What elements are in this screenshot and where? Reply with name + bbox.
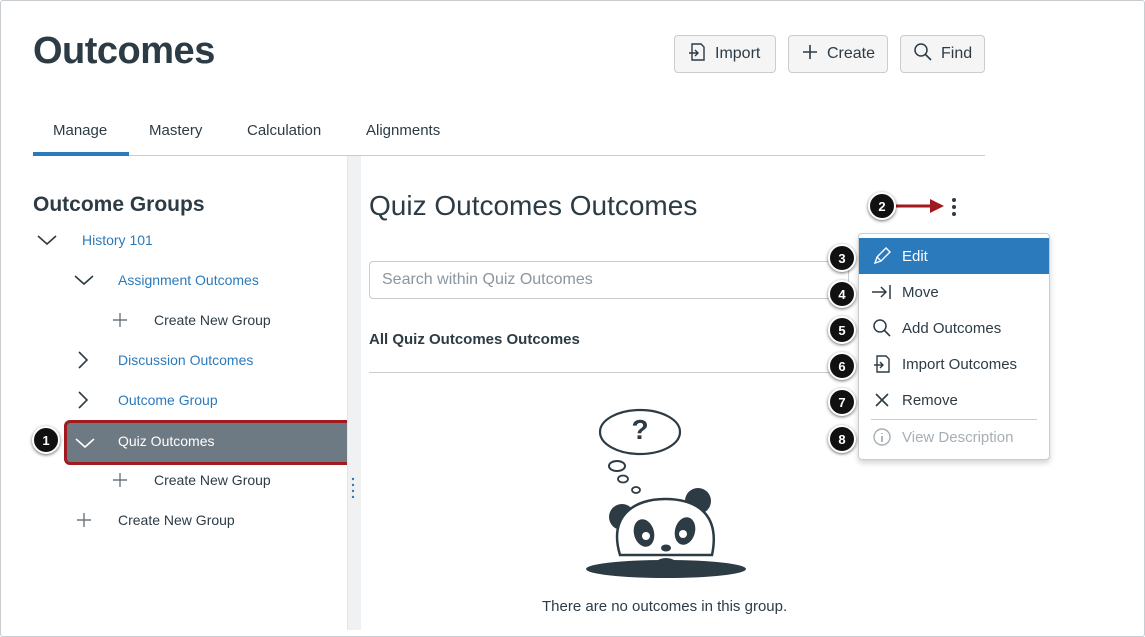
find-button[interactable]: Find: [900, 35, 985, 73]
callout-badge-4: 4: [828, 280, 856, 308]
tree-item-quiz-outcomes-selected[interactable]: Quiz Outcomes: [64, 420, 354, 465]
menu-item-label: Add Outcomes: [902, 319, 1002, 337]
menu-item-edit[interactable]: Edit: [859, 238, 1049, 274]
import-icon: [687, 42, 715, 67]
menu-item-view-description[interactable]: View Description: [859, 419, 1049, 455]
tree-item-create-new-group[interactable]: Create New Group: [76, 500, 235, 540]
outcomes-list-heading: All Quiz Outcomes Outcomes: [369, 331, 580, 348]
search-icon: [871, 318, 893, 338]
tree-item-discussion-outcomes[interactable]: Discussion Outcomes: [76, 340, 253, 380]
plus-icon: [801, 43, 827, 66]
tree-item-label[interactable]: History 101: [82, 232, 153, 248]
plus-icon[interactable]: [76, 512, 92, 528]
menu-item-label: Edit: [902, 247, 928, 265]
callout-badge-8: 8: [828, 425, 856, 453]
menu-item-move[interactable]: Move: [859, 274, 1049, 310]
tree-item-history-101[interactable]: History 101: [36, 220, 153, 260]
callout-badge-3: 3: [828, 244, 856, 272]
tab-manage[interactable]: Manage: [53, 122, 107, 139]
menu-item-label: Import Outcomes: [902, 355, 1018, 373]
resize-grip-icon[interactable]: [350, 476, 356, 499]
tab-mastery[interactable]: Mastery: [149, 122, 202, 139]
tree-item-label[interactable]: Outcome Group: [118, 392, 218, 408]
tree-item-label[interactable]: Assignment Outcomes: [118, 272, 259, 288]
menu-item-label: Move: [902, 283, 939, 301]
search-placeholder: Search within Quiz Outcomes: [382, 271, 593, 288]
chevron-down-icon[interactable]: [74, 436, 96, 455]
empty-state-text: There are no outcomes in this group.: [542, 598, 788, 615]
chevron-down-icon[interactable]: [73, 273, 97, 287]
chevron-right-icon[interactable]: [76, 350, 92, 370]
group-title: Quiz Outcomes Outcomes: [369, 190, 698, 221]
plus-icon[interactable]: [112, 312, 128, 328]
panda-illustration: [586, 408, 746, 578]
create-button[interactable]: Create: [788, 35, 888, 73]
callout-badge-2: 2: [868, 192, 896, 220]
info-icon: [871, 427, 893, 447]
page-title: Outcomes: [33, 30, 215, 72]
callout-badge-5: 5: [828, 316, 856, 344]
chevron-right-icon[interactable]: [76, 390, 92, 410]
tree-item-label[interactable]: Create New Group: [154, 312, 271, 328]
menu-item-import-outcomes[interactable]: Import Outcomes: [859, 346, 1049, 382]
move-arrow-icon: [871, 284, 893, 300]
callout-badge-6: 6: [828, 352, 856, 380]
callout-badge-1: 1: [32, 426, 60, 454]
tab-bar: Manage Mastery Calculation Alignments: [33, 110, 985, 156]
divider: [369, 372, 834, 373]
outcome-groups-title: Outcome Groups: [33, 193, 205, 216]
plus-icon[interactable]: [112, 472, 128, 488]
import-button-label: Import: [715, 45, 761, 62]
tab-calculation[interactable]: Calculation: [247, 122, 321, 139]
tree-item-create-new-group[interactable]: Create New Group: [112, 460, 271, 500]
question-mark: ?: [631, 414, 649, 445]
tree-item-assignment-outcomes[interactable]: Assignment Outcomes: [73, 260, 259, 300]
pencil-icon: [871, 246, 893, 266]
callout-badge-7: 7: [828, 388, 856, 416]
tree-item-label[interactable]: Quiz Outcomes: [118, 433, 214, 449]
menu-item-label: Remove: [902, 391, 958, 409]
kebab-menu-icon[interactable]: [946, 196, 962, 218]
find-button-label: Find: [941, 45, 973, 62]
tree-item-label[interactable]: Create New Group: [118, 512, 235, 528]
tree-item-outcome-group[interactable]: Outcome Group: [76, 380, 218, 420]
search-icon: [913, 42, 941, 67]
import-icon: [871, 354, 893, 374]
menu-item-add-outcomes[interactable]: Add Outcomes: [859, 310, 1049, 346]
menu-item-label: View Description: [902, 428, 1014, 446]
tree-item-label[interactable]: Discussion Outcomes: [118, 352, 253, 368]
search-input[interactable]: Search within Quiz Outcomes: [369, 261, 849, 299]
x-icon: [871, 392, 893, 408]
chevron-down-icon[interactable]: [36, 233, 60, 247]
active-tab-indicator: [33, 152, 129, 156]
group-actions-menu: Edit Move Add Outcomes Import Outcomes R…: [858, 233, 1050, 460]
menu-item-remove[interactable]: Remove: [859, 382, 1049, 418]
callout-arrow-icon: [896, 199, 944, 213]
create-button-label: Create: [827, 45, 876, 62]
import-button[interactable]: Import: [674, 35, 776, 73]
tree-item-create-new-group[interactable]: Create New Group: [112, 300, 271, 340]
tab-alignments[interactable]: Alignments: [366, 122, 440, 139]
panel-resize-handle[interactable]: [347, 156, 361, 630]
tree-item-label[interactable]: Create New Group: [154, 472, 271, 488]
